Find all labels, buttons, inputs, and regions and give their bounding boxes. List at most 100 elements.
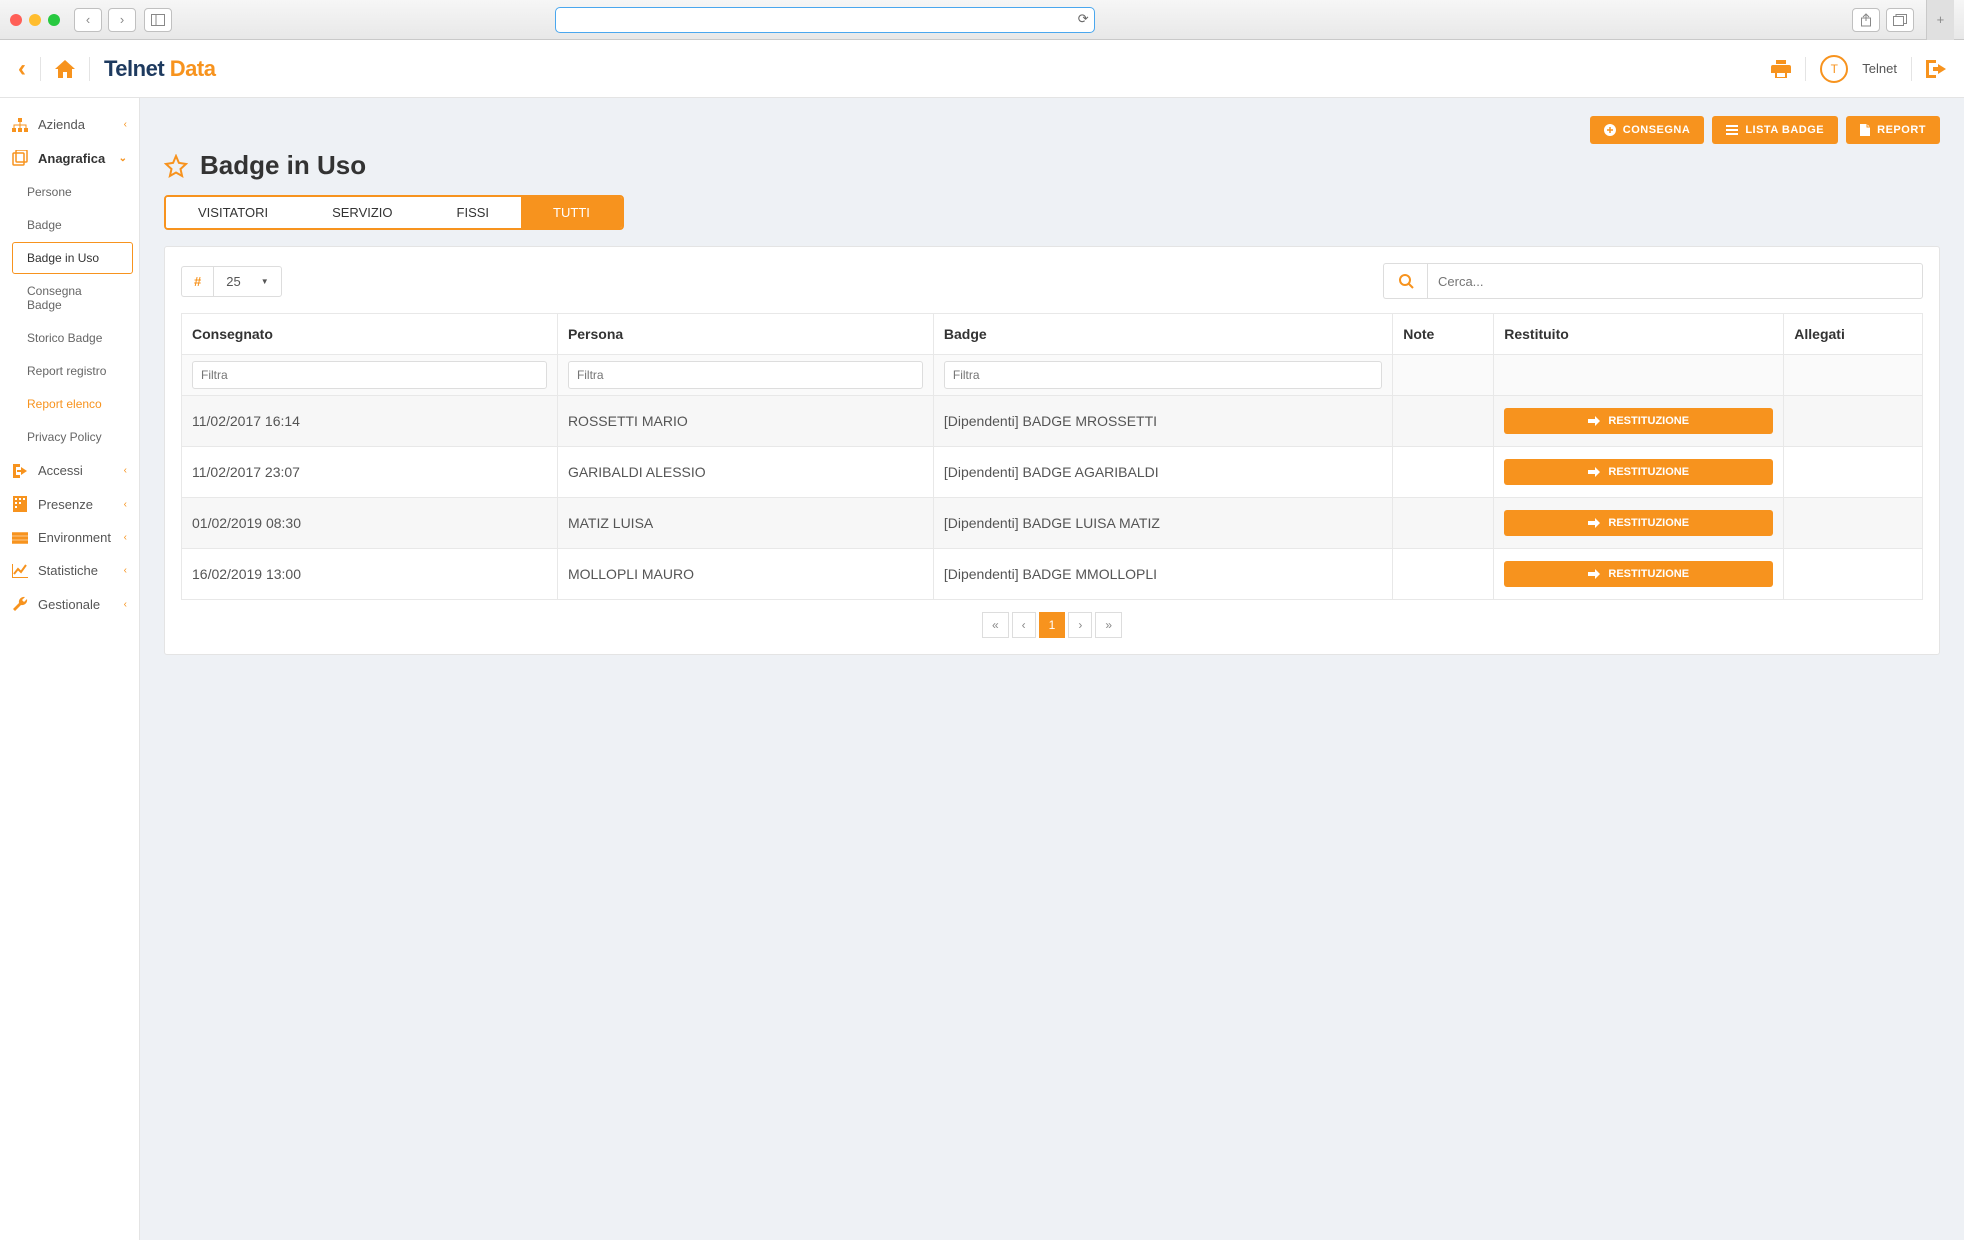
gestionale-icon [12,596,28,612]
sidebar-subitem-storico-badge[interactable]: Storico Badge [12,322,133,354]
share-icon[interactable] [1852,8,1880,32]
sidebar-subitem-privacy-policy[interactable]: Privacy Policy [12,421,133,453]
chevron-down-icon: ⌄ [119,153,127,164]
file-icon [1860,124,1870,136]
user-avatar[interactable]: T [1820,55,1848,83]
consegna-button[interactable]: CONSEGNA [1590,116,1705,144]
nav-back-icon[interactable]: ‹ [18,55,26,83]
pager-prev[interactable]: ‹ [1012,612,1036,638]
filter-consegnato[interactable] [192,361,547,389]
column-note[interactable]: Note [1393,314,1494,355]
list-icon [1726,125,1738,135]
anagrafica-icon [12,150,28,166]
sidebar-toggle-icon[interactable] [144,8,172,32]
sidebar-item-label: Presenze [38,497,93,512]
back-button[interactable]: ‹ [74,8,102,32]
statistiche-icon [12,564,28,578]
search-input[interactable] [1427,263,1923,299]
tabs-icon[interactable] [1886,8,1914,32]
user-name: Telnet [1862,61,1897,76]
sidebar: Azienda ‹ Anagrafica ⌄ PersoneBadgeBadge in … [0,98,140,1240]
sidebar-item-label: Anagrafica [38,151,105,166]
sidebar-subitem-report-elenco[interactable]: Report elenco [12,388,133,420]
chevron-left-icon: ‹ [124,465,127,476]
column-consegnato[interactable]: Consegnato [182,314,558,355]
chevron-left-icon: ‹ [124,532,127,543]
return-icon [1588,569,1600,579]
main-content: CONSEGNA LISTA BADGE REPORT Badge in Uso [140,98,1964,1240]
sidebar-subitem-badge[interactable]: Badge [12,209,133,241]
pager-page[interactable]: 1 [1039,612,1066,638]
sidebar-item-gestionale[interactable]: Gestionale‹ [0,587,139,621]
tab-tutti[interactable]: TUTTI [521,197,622,228]
filter-badge[interactable] [944,361,1382,389]
maximize-window-icon[interactable] [48,14,60,26]
forward-button[interactable]: › [108,8,136,32]
app-header: ‹ Telnet Data T Telnet [0,40,1964,98]
page-title: Badge in Uso [200,150,366,181]
column-badge[interactable]: Badge [933,314,1392,355]
browser-chrome: ‹ › ⟳ + [0,0,1964,40]
table-row: 11/02/2017 23:07GARIBALDI ALESSIO[Dipend… [182,447,1923,498]
logout-icon[interactable] [1926,60,1946,78]
table-row: 01/02/2019 08:30MATIZ LUISA[Dipendenti] … [182,498,1923,549]
sidebar-item-anagrafica[interactable]: Anagrafica ⌄ [0,141,139,175]
table-row: 11/02/2017 16:14ROSSETTI MARIO[Dipendent… [182,396,1923,447]
presenze-icon [12,496,28,512]
table-row: 16/02/2019 13:00MOLLOPLI MAURO[Dipendent… [182,549,1923,600]
print-icon[interactable] [1771,60,1791,78]
reload-icon[interactable]: ⟳ [1078,11,1089,27]
sidebar-item-accessi[interactable]: Accessi ‹ [0,454,139,487]
sidebar-subitem-consegna-badge[interactable]: Consegna Badge [12,275,133,321]
url-input[interactable] [555,7,1095,33]
restituzione-button[interactable]: RESTITUZIONE [1504,561,1773,587]
pager-next[interactable]: › [1068,612,1092,638]
tab-servizio[interactable]: SERVIZIO [300,197,424,228]
report-button[interactable]: REPORT [1846,116,1940,144]
restituzione-button[interactable]: RESTITUZIONE [1504,459,1773,485]
plus-circle-icon [1604,124,1616,136]
page-size-select[interactable]: # 25▼ [181,266,282,297]
sidebar-item-label: Statistiche [38,563,98,578]
column-allegati[interactable]: Allegati [1784,314,1923,355]
tabs: VISITATORISERVIZIOFISSITUTTI [164,195,624,230]
chevron-down-icon: ▼ [261,277,269,286]
sidebar-item-label: Azienda [38,117,85,132]
hash-icon: # [181,266,213,297]
return-icon [1588,518,1600,528]
chevron-left-icon: ‹ [124,565,127,576]
data-card: # 25▼ ConsegnatoPersonaBadgeNoteRestitui… [164,246,1940,655]
chevron-left-icon: ‹ [124,119,127,130]
tab-fissi[interactable]: FISSI [425,197,522,228]
close-window-icon[interactable] [10,14,22,26]
sidebar-item-environment[interactable]: Environment‹ [0,521,139,554]
restituzione-button[interactable]: RESTITUZIONE [1504,510,1773,536]
star-icon[interactable] [164,154,188,178]
url-bar: ⟳ [555,7,1095,33]
sidebar-subitem-persone[interactable]: Persone [12,176,133,208]
sidebar-item-statistiche[interactable]: Statistiche ‹ [0,554,139,587]
column-restituito[interactable]: Restituito [1494,314,1784,355]
chevron-left-icon: ‹ [124,499,127,510]
sidebar-item-presenze[interactable]: Presenze ‹ [0,487,139,521]
sidebar-subitem-badge-in-uso[interactable]: Badge in Uso [12,242,133,274]
restituzione-button[interactable]: RESTITUZIONE [1504,408,1773,434]
new-tab-button[interactable]: + [1926,0,1954,40]
environment-icon [12,532,28,544]
badge-table: ConsegnatoPersonaBadgeNoteRestituitoAlle… [181,313,1923,600]
sidebar-item-label: Gestionale [38,597,100,612]
search-icon[interactable] [1383,263,1427,299]
sidebar-item-label: Accessi [38,463,83,478]
lista-badge-button[interactable]: LISTA BADGE [1712,116,1838,144]
home-icon[interactable] [55,60,75,78]
tab-visitatori[interactable]: VISITATORI [166,197,300,228]
pager-first[interactable]: « [982,612,1009,638]
column-persona[interactable]: Persona [557,314,933,355]
sidebar-item-azienda[interactable]: Azienda ‹ [0,108,139,141]
brand-logo: Telnet Data [104,56,215,82]
sidebar-subitem-report-registro[interactable]: Report registro [12,355,133,387]
filter-persona[interactable] [568,361,923,389]
pager-last[interactable]: » [1095,612,1122,638]
minimize-window-icon[interactable] [29,14,41,26]
traffic-lights [10,14,60,26]
